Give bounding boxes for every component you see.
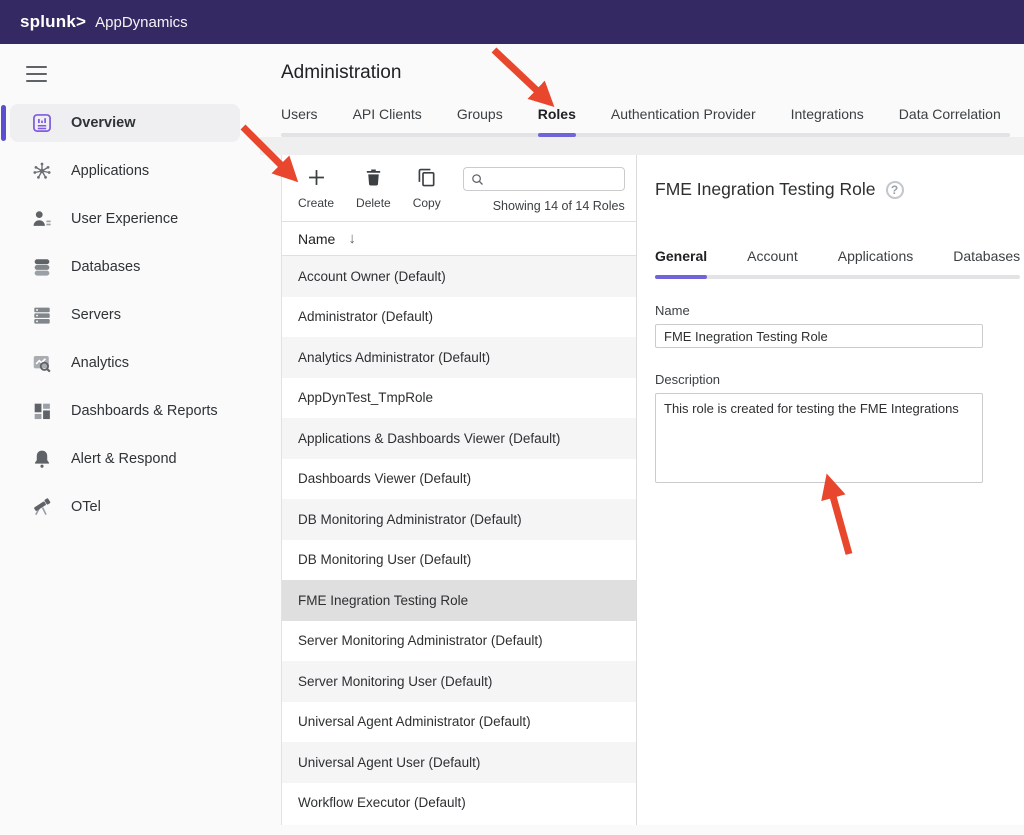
sidebar-item-label: Analytics bbox=[71, 355, 129, 371]
role-row-administrator-default[interactable]: Administrator (Default) bbox=[282, 297, 636, 338]
sidebar-item-label: Servers bbox=[71, 307, 121, 323]
splunk-appdynamics-logo: splunk> AppDynamics bbox=[20, 12, 188, 32]
showing-count-text: Showing 14 of 14 Roles bbox=[493, 199, 625, 213]
detail-tab-account[interactable]: Account bbox=[747, 248, 798, 275]
name-column-label: Name bbox=[298, 231, 335, 247]
role-row-analytics-administrator-default[interactable]: Analytics Administrator (Default) bbox=[282, 337, 636, 378]
role-row-server-monitoring-user-default[interactable]: Server Monitoring User (Default) bbox=[282, 661, 636, 702]
role-row-fme-inegration-testing-role[interactable]: FME Inegration Testing Role bbox=[282, 580, 636, 621]
roles-search-box[interactable] bbox=[463, 167, 625, 191]
tab-api-clients[interactable]: API Clients bbox=[353, 106, 422, 133]
plus-icon bbox=[306, 167, 327, 193]
sidebar-item-user-experience[interactable]: User Experience bbox=[10, 200, 240, 238]
servers-icon bbox=[30, 303, 54, 327]
role-row-account-owner-default[interactable]: Account Owner (Default) bbox=[282, 256, 636, 297]
roles-list: Account Owner (Default) Administrator (D… bbox=[282, 256, 636, 825]
search-input[interactable] bbox=[490, 172, 618, 186]
sidebar-item-label: Dashboards & Reports bbox=[71, 403, 218, 419]
sidebar-item-label: Overview bbox=[71, 115, 136, 131]
role-row-workflow-executor-default[interactable]: Workflow Executor (Default) bbox=[282, 783, 636, 824]
tab-authentication-provider[interactable]: Authentication Provider bbox=[611, 106, 756, 133]
tab-underline-track bbox=[281, 133, 1010, 137]
create-button[interactable]: Create bbox=[298, 167, 334, 210]
delete-button[interactable]: Delete bbox=[356, 167, 391, 210]
role-row-universal-agent-user-default[interactable]: Universal Agent User (Default) bbox=[282, 742, 636, 783]
top-app-bar: splunk> AppDynamics bbox=[0, 0, 1024, 44]
sidebar-item-overview[interactable]: Overview bbox=[10, 104, 240, 142]
tab-roles[interactable]: Roles bbox=[538, 106, 576, 133]
databases-icon bbox=[30, 255, 54, 279]
description-field-label: Description bbox=[655, 372, 1020, 387]
sidebar-item-alert-respond[interactable]: Alert & Respond bbox=[10, 440, 240, 478]
sidebar-item-analytics[interactable]: Analytics bbox=[10, 344, 240, 382]
tab-data-correlation[interactable]: Data Correlation bbox=[899, 106, 1001, 133]
overview-icon bbox=[30, 111, 54, 135]
dashboards-icon bbox=[30, 399, 54, 423]
role-row-db-monitoring-administrator-default[interactable]: DB Monitoring Administrator (Default) bbox=[282, 499, 636, 540]
roles-list-panel: Create Delete Copy Showing 14 of 14 Role… bbox=[281, 155, 637, 825]
splunk-logo-text: splunk> bbox=[20, 12, 86, 32]
sidebar-item-label: Alert & Respond bbox=[71, 451, 177, 467]
sidebar-item-applications[interactable]: Applications bbox=[10, 152, 240, 190]
sidebar-item-dashboards-reports[interactable]: Dashboards & Reports bbox=[10, 392, 240, 430]
sidebar-item-servers[interactable]: Servers bbox=[10, 296, 240, 334]
role-detail-title: FME Inegration Testing Role bbox=[655, 179, 876, 200]
name-field-label: Name bbox=[655, 303, 1020, 318]
trash-icon bbox=[363, 167, 384, 193]
otel-icon bbox=[30, 495, 54, 519]
sidebar-item-label: Applications bbox=[71, 163, 149, 179]
sidebar-item-label: User Experience bbox=[71, 211, 178, 227]
sort-descending-icon[interactable]: ↓ bbox=[348, 230, 356, 247]
analytics-icon bbox=[30, 351, 54, 375]
help-icon[interactable]: ? bbox=[886, 181, 904, 199]
section-divider-band bbox=[260, 137, 1024, 155]
search-icon bbox=[470, 172, 485, 187]
main-content: Administration Users API Clients Groups … bbox=[260, 44, 1024, 835]
admin-tabs: Users API Clients Groups Roles Authentic… bbox=[260, 84, 1024, 137]
appdynamics-logo-text: AppDynamics bbox=[95, 14, 188, 31]
page-title: Administration bbox=[260, 44, 1024, 84]
hamburger-menu-icon[interactable] bbox=[0, 44, 60, 96]
left-sidebar: Overview Applications User Experience Da… bbox=[0, 44, 260, 835]
copy-icon bbox=[416, 167, 437, 193]
tab-integrations[interactable]: Integrations bbox=[791, 106, 864, 133]
detail-tab-underline-track bbox=[655, 275, 1020, 279]
detail-tab-applications[interactable]: Applications bbox=[838, 248, 914, 275]
tool-button-label: Copy bbox=[413, 196, 441, 210]
tab-users[interactable]: Users bbox=[281, 106, 318, 133]
role-row-db-monitoring-user-default[interactable]: DB Monitoring User (Default) bbox=[282, 540, 636, 581]
roles-toolbar: Create Delete Copy Showing 14 of 14 Role… bbox=[282, 155, 636, 221]
alert-icon bbox=[30, 447, 54, 471]
sidebar-item-databases[interactable]: Databases bbox=[10, 248, 240, 286]
role-row-dashboards-viewer-default[interactable]: Dashboards Viewer (Default) bbox=[282, 459, 636, 500]
applications-icon bbox=[30, 159, 54, 183]
roles-column-header[interactable]: Name ↓ bbox=[282, 221, 636, 256]
sidebar-item-label: Databases bbox=[71, 259, 140, 275]
sidebar-item-otel[interactable]: OTel bbox=[10, 488, 240, 526]
user-experience-icon bbox=[30, 207, 54, 231]
role-name-input[interactable] bbox=[655, 324, 983, 348]
tool-button-label: Delete bbox=[356, 196, 391, 210]
role-row-appdyntest-tmprole[interactable]: AppDynTest_TmpRole bbox=[282, 378, 636, 419]
role-row-applications-dashboards-viewer-default[interactable]: Applications & Dashboards Viewer (Defaul… bbox=[282, 418, 636, 459]
role-description-textarea[interactable]: This role is created for testing the FME… bbox=[655, 393, 983, 483]
detail-tab-databases[interactable]: Databases bbox=[953, 248, 1020, 275]
role-row-universal-agent-administrator-default[interactable]: Universal Agent Administrator (Default) bbox=[282, 702, 636, 743]
sidebar-item-label: OTel bbox=[71, 499, 101, 515]
tab-groups[interactable]: Groups bbox=[457, 106, 503, 133]
sidebar-nav: Overview Applications User Experience Da… bbox=[0, 104, 260, 526]
role-row-server-monitoring-administrator-default[interactable]: Server Monitoring Administrator (Default… bbox=[282, 621, 636, 662]
copy-button[interactable]: Copy bbox=[413, 167, 441, 210]
tool-button-label: Create bbox=[298, 196, 334, 210]
role-detail-tabs: General Account Applications Databases bbox=[655, 224, 1020, 279]
role-detail-panel: FME Inegration Testing Role ? General Ac… bbox=[637, 155, 1024, 825]
detail-tab-general[interactable]: General bbox=[655, 248, 707, 275]
